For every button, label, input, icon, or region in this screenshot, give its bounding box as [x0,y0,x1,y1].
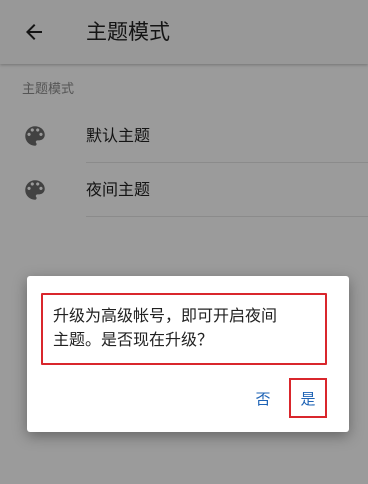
message-highlight: 升级为高级帐号，即可开启夜间 主题。是否现在升级？ [41,293,327,365]
upgrade-dialog: 升级为高级帐号，即可开启夜间 主题。是否现在升级？ 否 是 [27,276,349,432]
dialog-message-line1: 升级为高级帐号，即可开启夜间 [53,306,278,325]
dialog-message: 升级为高级帐号，即可开启夜间 主题。是否现在升级？ [53,304,321,352]
yes-button[interactable]: 是 [289,378,327,418]
dialog-message-line2: 主题。是否现在升级？ [53,330,214,349]
no-button[interactable]: 否 [247,380,279,416]
